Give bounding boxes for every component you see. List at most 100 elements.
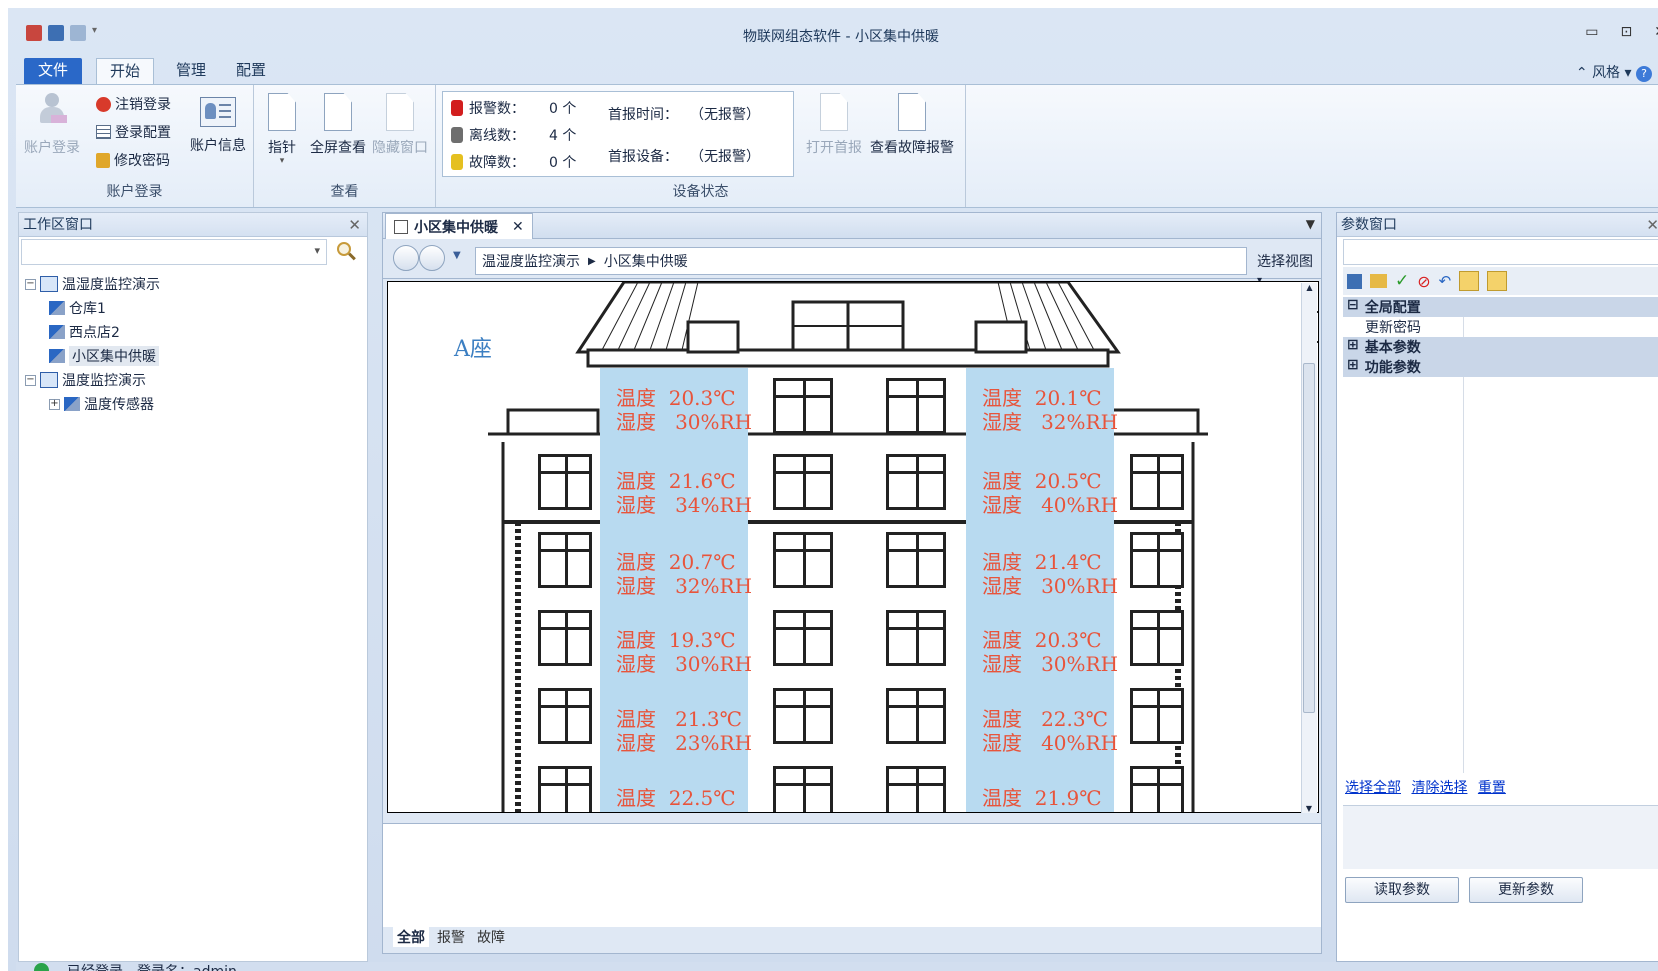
undo-icon[interactable]: ↶ (1439, 272, 1452, 290)
tree-node-temp-sensor[interactable]: + 温度传感器 (49, 393, 154, 415)
window-icon (773, 378, 833, 434)
expand-toggle[interactable]: + (49, 398, 60, 410)
breadcrumb-root[interactable]: 温湿度监控演示 (482, 251, 580, 271)
window-icon (538, 766, 592, 812)
window-icon (773, 766, 833, 812)
params-object-select[interactable] (1343, 239, 1658, 265)
tree-node-district-heating[interactable]: 小区集中供暖 (49, 345, 159, 367)
style-menu[interactable]: ⌃ 风格 ▾ ? (1576, 62, 1652, 82)
category-function-params[interactable]: ⊞ 功能参数 (1343, 357, 1658, 377)
window-icon (886, 610, 946, 666)
window-title: 物联网组态软件 - 小区集中供暖 (743, 29, 939, 45)
clear-selection-link[interactable]: 清除选择 (1411, 780, 1467, 796)
check-icon[interactable]: ✓ (1395, 271, 1409, 291)
read-params-button[interactable]: 读取参数 (1345, 877, 1459, 903)
tree-node-temp-humidity-demo[interactable]: − 温湿度监控演示 (25, 273, 160, 295)
tab-district-heating[interactable]: 小区集中供暖 ✕ (385, 213, 533, 239)
lock-icon (96, 152, 110, 168)
close-button[interactable]: ✕ (1654, 24, 1658, 40)
tab-alarm[interactable]: 报警 (433, 927, 469, 947)
tab-fault[interactable]: 故障 (473, 927, 509, 947)
expand-toggle[interactable]: ⊞ (1347, 337, 1359, 357)
chevron-down-icon: ▾ (279, 156, 285, 166)
tab-file[interactable]: 文件 (24, 58, 82, 84)
tree-node-westpoint2[interactable]: 西点店2 (49, 321, 120, 343)
user-login-icon (37, 93, 67, 131)
ribbon: 账户登录 注销登录 登录配置 修改密码 账户信息 账户登录 指针 ▾ 全屏查看 … (16, 84, 1658, 208)
breadcrumb[interactable]: 温湿度监控演示 ▶ 小区集中供暖 (475, 247, 1247, 275)
account-info-button[interactable]: 账户信息 (190, 93, 246, 155)
hide-window-button[interactable]: 隐藏窗口 (370, 93, 430, 157)
breadcrumb-leaf[interactable]: 小区集中供暖 (604, 251, 688, 271)
alphabetical-view-icon[interactable] (1487, 271, 1508, 291)
close-icon[interactable]: ✕ (348, 213, 361, 237)
open-folder-icon[interactable] (1370, 274, 1387, 288)
change-password-button[interactable]: 修改密码 (96, 147, 170, 173)
category-basic-params[interactable]: ⊞ 基本参数 (1343, 337, 1658, 357)
category-global-config[interactable]: ⊟ 全局配置 (1343, 297, 1658, 317)
group-device-status: 报警数： 0 个 离线数： 4 个 故障数： 0 个 首报时间： （无报警） 首… (436, 85, 966, 207)
window-icon (773, 688, 833, 744)
reading-right-2: 温度 20.5℃ 湿度 40%RH (982, 469, 1119, 517)
navigation-bar: ▼ 温湿度监控演示 ▶ 小区集中供暖 选择视图 ▾ (383, 239, 1321, 286)
vertical-scrollbar[interactable]: ▲ ▼ (1301, 283, 1317, 813)
ribbon-tab-row: 文件 开始 管理 配置 ⌃ 风格 ▾ ? (16, 54, 1658, 84)
tab-config[interactable]: 配置 (224, 58, 278, 84)
window-icon (538, 532, 592, 588)
expand-toggle[interactable]: ⊞ (1347, 357, 1359, 377)
window-icon (773, 454, 833, 510)
save-icon[interactable] (1347, 273, 1362, 289)
help-icon[interactable]: ? (1636, 66, 1652, 82)
login-button[interactable]: 账户登录 (24, 93, 80, 157)
collapse-toggle[interactable]: ⊟ (1347, 297, 1359, 317)
tab-list-dropdown-icon[interactable]: ▼ (1306, 217, 1315, 231)
window-icon (886, 378, 946, 434)
output-area (383, 823, 1321, 927)
tab-manage[interactable]: 管理 (164, 58, 218, 84)
view-fault-alarm-button[interactable]: 查看故障报警 (866, 93, 958, 157)
close-icon[interactable]: ✕ (1646, 213, 1658, 237)
chevron-down-icon: ▾ (1624, 65, 1632, 81)
reading-left-3: 温度 20.7℃ 湿度 32%RH (616, 550, 753, 598)
scroll-down-icon[interactable]: ▼ (1302, 804, 1316, 813)
update-params-button[interactable]: 更新参数 (1469, 877, 1583, 903)
collapse-toggle[interactable]: − (25, 374, 36, 386)
property-update-password[interactable]: 更新密码 (1361, 317, 1658, 337)
collapse-toggle[interactable]: − (25, 278, 36, 290)
maximize-button[interactable]: ⊡ (1621, 24, 1633, 40)
gray-offline-light-icon (451, 127, 463, 143)
chevron-down-icon[interactable]: ▾ (314, 244, 320, 257)
tree-node-temp-demo[interactable]: − 温度监控演示 (25, 369, 146, 391)
first-alarm-device: 首报设备： （无报警） (608, 149, 760, 165)
scroll-up-icon[interactable]: ▲ (1302, 283, 1317, 292)
history-dropdown-icon[interactable]: ▼ (453, 250, 461, 261)
logged-in-icon (34, 963, 49, 971)
collapse-ribbon-icon[interactable]: ⌃ (1576, 65, 1588, 81)
minimize-button[interactable]: ▭ (1585, 24, 1598, 40)
reset-link[interactable]: 重置 (1478, 780, 1506, 796)
sensor-node-icon (49, 325, 65, 339)
close-icon[interactable]: ✕ (512, 219, 524, 235)
tree-node-warehouse1[interactable]: 仓库1 (49, 297, 106, 319)
pointer-button[interactable]: 指针 ▾ (258, 93, 306, 166)
scroll-thumb[interactable] (1303, 363, 1315, 713)
param-description-area (1343, 805, 1658, 869)
forbid-icon[interactable]: ⊘ (1417, 272, 1430, 291)
tab-all[interactable]: 全部 (393, 927, 429, 947)
back-button[interactable] (393, 245, 419, 271)
open-first-alarm-button[interactable]: 打开首报 (804, 93, 864, 157)
selection-links: 选择全部 清除选择 重置 (1345, 777, 1512, 797)
property-grid: ⊟ 全局配置 更新密码 ⊞ 基本参数 ⊞ 功能参数 (1343, 297, 1658, 773)
breadcrumb-separator-icon: ▶ (588, 255, 596, 267)
select-all-link[interactable]: 选择全部 (1345, 780, 1401, 796)
forward-button[interactable] (419, 245, 445, 271)
login-config-button[interactable]: 登录配置 (96, 119, 171, 145)
view-fault-document-icon (898, 93, 926, 131)
tab-start[interactable]: 开始 (96, 58, 154, 84)
workspace-search-box[interactable]: ▾ (21, 239, 327, 265)
categorized-view-icon[interactable] (1459, 271, 1480, 291)
fullscreen-button[interactable]: 全屏查看 (308, 93, 368, 157)
search-icon[interactable] (333, 239, 359, 265)
logout-button[interactable]: 注销登录 (96, 91, 171, 117)
reading-left-4: 温度 19.3℃ 湿度 30%RH (616, 628, 753, 676)
